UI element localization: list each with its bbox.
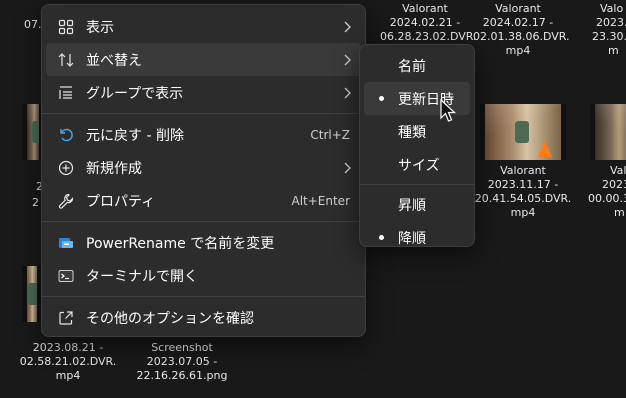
menu-item-group-by[interactable]: グループで表示 [46, 76, 361, 109]
sort-option-descending[interactable]: 降順 [364, 221, 470, 254]
sort-option-label: 種類 [398, 124, 426, 141]
menu-item-sort[interactable]: 並べ替え [46, 43, 361, 76]
powerrename-icon [46, 235, 86, 251]
menu-separator [360, 184, 474, 185]
menu-item-label: グループで表示 [86, 85, 184, 102]
menu-item-label: 新規作成 [86, 160, 142, 177]
menu-item-label: PowerRename で名前を変更 [86, 235, 275, 252]
sort-option-label: サイズ [398, 157, 440, 174]
file-name: Valorant 2023.11.17 -20.41.54.05.DVR. mp4 [474, 164, 572, 219]
menu-item-label: ターミナルで開く [86, 268, 198, 285]
file-name: Screenshot 2023.07.05 -22.16.26.61.png [136, 341, 228, 382]
chevron-right-icon [333, 21, 361, 33]
shortcut-text: Alt+Enter [291, 193, 350, 208]
video-thumbnail[interactable] [590, 104, 626, 160]
selected-bullet-icon [364, 96, 398, 101]
menu-separator [42, 296, 365, 297]
terminal-icon [46, 268, 86, 284]
file-name: Valorant 2024.02.17 -02.01.38.06.DVR. mp4 [473, 2, 570, 57]
file-name: Valo2023.023.30.2m [592, 2, 626, 57]
chevron-right-icon [333, 162, 361, 174]
open-external-icon [46, 310, 86, 326]
file-tile[interactable]: Screenshot 2023.07.05 -22.16.26.61.png [132, 341, 232, 383]
file-name: 2023.08.21 -02.58.21.02.DVR. mp4 [19, 341, 117, 382]
sort-option-size[interactable]: サイズ [364, 148, 470, 181]
menu-item-open-terminal[interactable]: ターミナルで開く [46, 259, 361, 292]
file-tile[interactable]: Valorant 2023.11.17 -20.41.54.05.DVR. mp4 [473, 164, 573, 220]
menu-item-label: 元に戻す - 削除 [86, 127, 184, 144]
sort-submenu: 名前 更新日時 種類 サイズ 昇順 降順 [359, 44, 475, 247]
sort-icon [46, 52, 86, 68]
grid-icon [46, 19, 86, 35]
sort-option-label: 昇順 [398, 197, 426, 214]
undo-icon [46, 127, 86, 143]
video-thumbnail[interactable] [22, 266, 42, 322]
sort-option-name[interactable]: 名前 [364, 49, 470, 82]
chevron-right-icon [333, 87, 361, 99]
menu-item-label: 表示 [86, 19, 114, 36]
mouse-pointer-icon [440, 99, 456, 122]
menu-item-powerrename[interactable]: PowerRename で名前を変更 [46, 226, 361, 259]
menu-item-view[interactable]: 表示 [46, 10, 361, 43]
file-tile[interactable]: Val2023.00.00.3m [588, 164, 626, 220]
shortcut-text: Ctrl+Z [310, 127, 350, 142]
chevron-right-icon [333, 54, 361, 66]
context-menu: 表示 並べ替え グループで表示 元に戻す - 削除 Ctrl+Z 新規作成 プロ… [41, 4, 366, 337]
menu-item-label: プロパティ [86, 193, 156, 210]
menu-item-show-more-options[interactable]: その他のオプションを確認 [46, 301, 361, 334]
sort-option-label: 名前 [398, 58, 426, 75]
menu-separator [42, 113, 365, 114]
new-circle-plus-icon [46, 160, 86, 176]
wrench-icon [46, 193, 86, 209]
group-list-icon [46, 85, 86, 101]
menu-item-properties[interactable]: プロパティ Alt+Enter [46, 184, 361, 217]
file-tile[interactable]: Valorant 2024.02.17 -02.01.38.06.DVR. mp4 [473, 2, 570, 58]
file-name: Val2023.00.00.3m [588, 164, 626, 219]
video-thumbnail[interactable] [480, 104, 566, 160]
sort-option-label: 降順 [398, 230, 426, 247]
menu-item-new[interactable]: 新規作成 [46, 151, 361, 184]
file-tile[interactable]: Valo2023.023.30.2m [586, 2, 626, 58]
sort-option-ascending[interactable]: 昇順 [364, 188, 470, 221]
menu-item-label: その他のオプションを確認 [86, 310, 254, 327]
selected-bullet-icon [364, 235, 398, 240]
file-tile[interactable]: 2023.08.21 -02.58.21.02.DVR. mp4 [18, 341, 118, 383]
menu-item-label: 並べ替え [86, 52, 142, 69]
menu-separator [42, 221, 365, 222]
menu-item-undo[interactable]: 元に戻す - 削除 Ctrl+Z [46, 118, 361, 151]
